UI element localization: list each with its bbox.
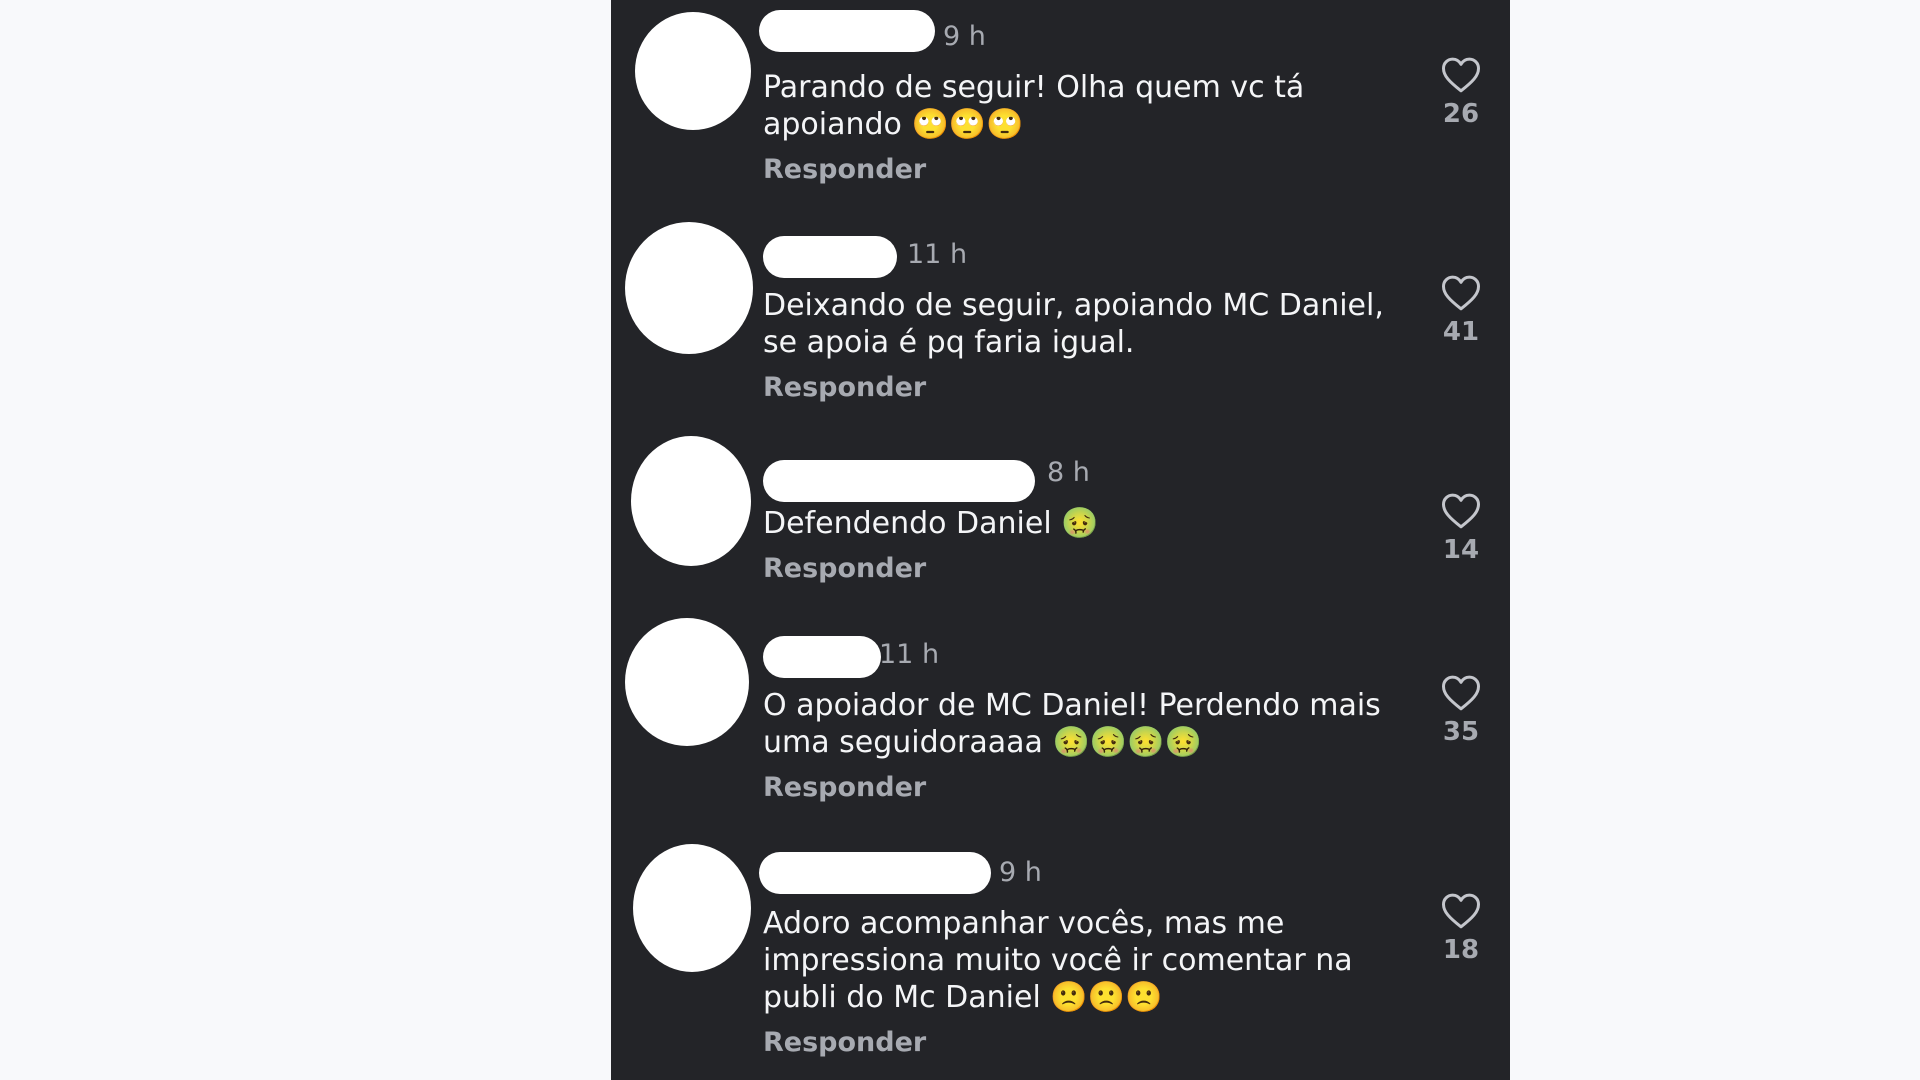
- comment-text: Parando de seguir! Olha quem vc tá apoia…: [763, 70, 1305, 142]
- reply-button[interactable]: Responder: [763, 372, 926, 404]
- comment-item: 8 h Defendendo Daniel 🤢 Responder 14: [611, 436, 1510, 636]
- comment-timestamp: 11 h: [879, 639, 940, 670]
- comment-item: 9 h Adoro acompanhar vocês, mas me impre…: [611, 836, 1510, 1080]
- comment-text: O apoiador de MC Daniel! Perdendo mais u…: [763, 688, 1381, 760]
- like-count: 14: [1442, 535, 1480, 565]
- comment-text: Deixando de seguir, apoiando MC Daniel, …: [763, 288, 1384, 360]
- comment-item: 11 h O apoiador de MC Daniel! Perdendo m…: [611, 618, 1510, 818]
- username-redacted[interactable]: [759, 852, 991, 894]
- like-group: 35: [1421, 674, 1501, 748]
- comment-text: Adoro acompanhar vocês, mas me impressio…: [763, 906, 1353, 1015]
- reply-button[interactable]: Responder: [763, 772, 926, 804]
- username-redacted[interactable]: [759, 10, 935, 52]
- heart-icon[interactable]: [1441, 892, 1481, 930]
- like-count: 26: [1442, 99, 1480, 129]
- comment-text: Defendendo Daniel 🤢: [763, 506, 1099, 541]
- heart-icon[interactable]: [1441, 56, 1481, 94]
- heart-icon[interactable]: [1441, 274, 1481, 312]
- comment-timestamp: 9 h: [999, 857, 1042, 888]
- comments-panel: 9 h Parando de seguir! Olha quem vc tá a…: [611, 0, 1510, 1080]
- like-count: 41: [1442, 317, 1480, 347]
- avatar[interactable]: [625, 222, 753, 354]
- heart-icon[interactable]: [1441, 674, 1481, 712]
- avatar[interactable]: [631, 436, 751, 566]
- like-group: 14: [1421, 492, 1501, 566]
- like-group: 26: [1421, 56, 1501, 130]
- avatar[interactable]: [635, 12, 751, 130]
- like-group: 41: [1421, 274, 1501, 348]
- comment-item: 11 h Deixando de seguir, apoiando MC Dan…: [611, 218, 1510, 418]
- reply-button[interactable]: Responder: [763, 1027, 926, 1059]
- reply-button[interactable]: Responder: [763, 154, 926, 186]
- avatar[interactable]: [633, 844, 751, 972]
- reply-button[interactable]: Responder: [763, 553, 926, 585]
- avatar[interactable]: [625, 618, 749, 746]
- comment-timestamp: 9 h: [943, 21, 986, 52]
- like-count: 18: [1442, 935, 1480, 965]
- heart-icon[interactable]: [1441, 492, 1481, 530]
- username-redacted[interactable]: [763, 236, 897, 278]
- comment-timestamp: 11 h: [907, 239, 968, 270]
- username-redacted[interactable]: [763, 636, 881, 678]
- like-count: 35: [1442, 717, 1480, 747]
- comment-item: 9 h Parando de seguir! Olha quem vc tá a…: [611, 0, 1510, 200]
- like-group: 18: [1421, 892, 1501, 966]
- comment-timestamp: 8 h: [1047, 457, 1090, 488]
- username-redacted[interactable]: [763, 460, 1035, 502]
